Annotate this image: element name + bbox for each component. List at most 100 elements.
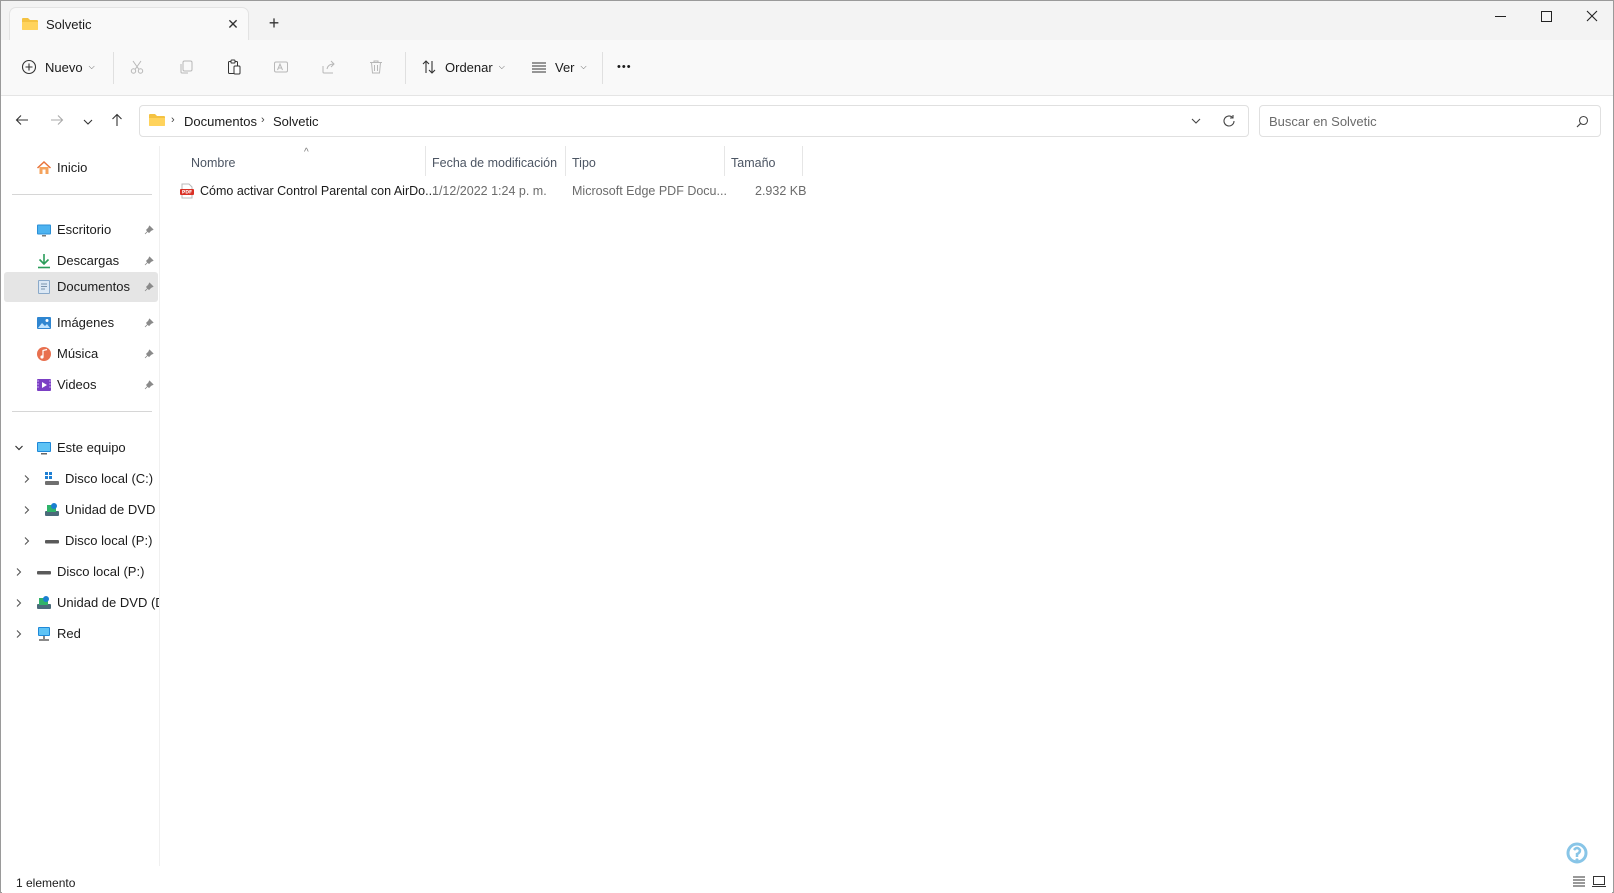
- nav-item-dvd-d[interactable]: Unidad de DVD (D:): [4, 588, 159, 618]
- file-date: 1/12/2022 1:24 p. m.: [432, 184, 547, 198]
- column-divider[interactable]: [724, 146, 725, 176]
- more-options-button[interactable]: •••: [617, 51, 632, 83]
- nav-item-dvd-d-child[interactable]: Unidad de DVD (D: [4, 495, 159, 525]
- column-divider[interactable]: [565, 146, 566, 176]
- nav-item-inicio[interactable]: Inicio: [4, 153, 158, 183]
- copy-icon: [178, 59, 194, 75]
- clipboard-icon: [226, 59, 242, 75]
- pictures-icon: [36, 315, 52, 334]
- new-tab-button[interactable]: +: [263, 12, 285, 34]
- sort-ascending-icon: ^: [304, 147, 309, 158]
- cut-button[interactable]: [129, 51, 145, 83]
- pane-splitter[interactable]: [159, 146, 160, 866]
- chevron-right-icon[interactable]: [22, 503, 32, 518]
- arrow-up-icon: [111, 113, 123, 130]
- rename-button[interactable]: [273, 51, 289, 83]
- chevron-right-icon[interactable]: [22, 534, 32, 549]
- details-view-button[interactable]: [1572, 874, 1586, 891]
- pin-icon: [144, 223, 154, 238]
- tiles-view-button[interactable]: [1592, 874, 1606, 891]
- nav-label: Documentos: [57, 279, 130, 294]
- column-header-name[interactable]: Nombre: [191, 156, 235, 170]
- dvd-drive-icon: [36, 595, 52, 614]
- refresh-icon[interactable]: [1222, 114, 1236, 131]
- forward-button[interactable]: [44, 108, 70, 134]
- chevron-right-icon[interactable]: [14, 596, 24, 611]
- close-window-button[interactable]: [1569, 1, 1614, 31]
- sort-icon: [421, 59, 437, 75]
- divider: [12, 194, 152, 195]
- back-button[interactable]: [9, 108, 35, 134]
- maximize-button[interactable]: [1523, 1, 1569, 31]
- delete-button[interactable]: [368, 51, 384, 83]
- dvd-drive-icon: [44, 502, 60, 521]
- column-header-date[interactable]: Fecha de modificación: [432, 156, 557, 170]
- windows-drive-icon: [44, 471, 60, 490]
- pdf-file-icon: PDF: [179, 183, 195, 202]
- up-button[interactable]: [104, 108, 130, 134]
- search-icon: [1576, 115, 1589, 131]
- nav-item-documentos[interactable]: Documentos: [4, 272, 158, 302]
- view-list-icon: [531, 59, 547, 75]
- view-button[interactable]: Ver ⌵: [531, 51, 587, 83]
- chevron-down-icon: [83, 114, 93, 128]
- column-header-size[interactable]: Tamaño: [731, 156, 775, 170]
- nav-label: Descargas: [57, 253, 120, 268]
- pin-icon: [144, 254, 154, 269]
- item-count: 1 elemento: [16, 876, 76, 890]
- nav-item-videos[interactable]: Videos: [4, 370, 158, 400]
- chevron-right-icon: ›: [171, 114, 175, 126]
- nav-item-disco-p[interactable]: Disco local (P:): [4, 557, 158, 587]
- chevron-right-icon[interactable]: [14, 627, 24, 642]
- status-bar: 1 elemento: [2, 867, 1612, 893]
- minimize-button[interactable]: [1477, 1, 1523, 31]
- nav-item-disco-c[interactable]: Disco local (C:): [4, 464, 158, 494]
- share-button[interactable]: [321, 51, 337, 83]
- new-button[interactable]: Nuevo ⌵: [21, 51, 95, 83]
- file-name: Cómo activar Control Parental con AirDo.…: [200, 184, 436, 198]
- sort-label: Ordenar: [445, 59, 493, 75]
- nav-item-red[interactable]: Red: [4, 619, 158, 649]
- address-row: › Documentos › Solvetic Buscar en Solvet…: [1, 96, 1613, 146]
- paste-button[interactable]: [226, 51, 242, 83]
- nav-item-disco-p-child[interactable]: Disco local (P:): [4, 526, 158, 556]
- copy-button[interactable]: [178, 51, 194, 83]
- column-divider[interactable]: [425, 146, 426, 176]
- breadcrumb-documentos[interactable]: Documentos: [184, 114, 257, 129]
- nav-item-este-equipo[interactable]: Este equipo: [4, 433, 158, 463]
- chevron-down-icon: ⌵: [580, 62, 587, 71]
- file-size: 2.932 KB: [755, 184, 807, 198]
- divider: [12, 411, 152, 412]
- chevron-down-icon[interactable]: [14, 441, 24, 456]
- file-list: ^ Nombre Fecha de modificación Tipo Tama…: [161, 146, 1612, 866]
- file-row[interactable]: PDF Cómo activar Control Parental con Ai…: [171, 180, 981, 202]
- network-icon: [36, 626, 52, 645]
- navigation-pane: Inicio Escritorio Descargas Documentos I…: [2, 146, 159, 866]
- nav-label: Red: [57, 626, 81, 641]
- nav-item-imagenes[interactable]: Imágenes: [4, 308, 158, 338]
- tab-solvetic[interactable]: Solvetic ✕: [9, 7, 249, 40]
- chevron-right-icon[interactable]: [14, 565, 24, 580]
- column-header-type[interactable]: Tipo: [572, 156, 596, 170]
- videos-icon: [36, 377, 52, 396]
- breadcrumb-solvetic[interactable]: Solvetic: [273, 114, 319, 129]
- chevron-right-icon[interactable]: [22, 472, 32, 487]
- close-tab-button[interactable]: ✕: [222, 13, 244, 35]
- nav-label: Unidad de DVD (D:): [57, 595, 159, 610]
- nav-label: Inicio: [57, 160, 88, 175]
- column-divider[interactable]: [802, 146, 803, 176]
- recent-locations-button[interactable]: [75, 108, 101, 134]
- nav-item-escritorio[interactable]: Escritorio: [4, 215, 158, 245]
- drive-icon: [44, 533, 60, 552]
- music-icon: [36, 346, 52, 365]
- svg-text:PDF: PDF: [182, 190, 192, 196]
- tab-title: Solvetic: [46, 17, 92, 32]
- more-icon: •••: [617, 61, 632, 73]
- address-history-button[interactable]: [1190, 114, 1202, 131]
- address-bar[interactable]: › Documentos › Solvetic: [139, 105, 1249, 137]
- sort-button[interactable]: Ordenar ⌵: [421, 51, 505, 83]
- arrow-left-icon: [15, 114, 29, 129]
- search-input[interactable]: Buscar en Solvetic: [1259, 105, 1601, 137]
- share-icon: [321, 59, 337, 75]
- nav-item-musica[interactable]: Música: [4, 339, 158, 369]
